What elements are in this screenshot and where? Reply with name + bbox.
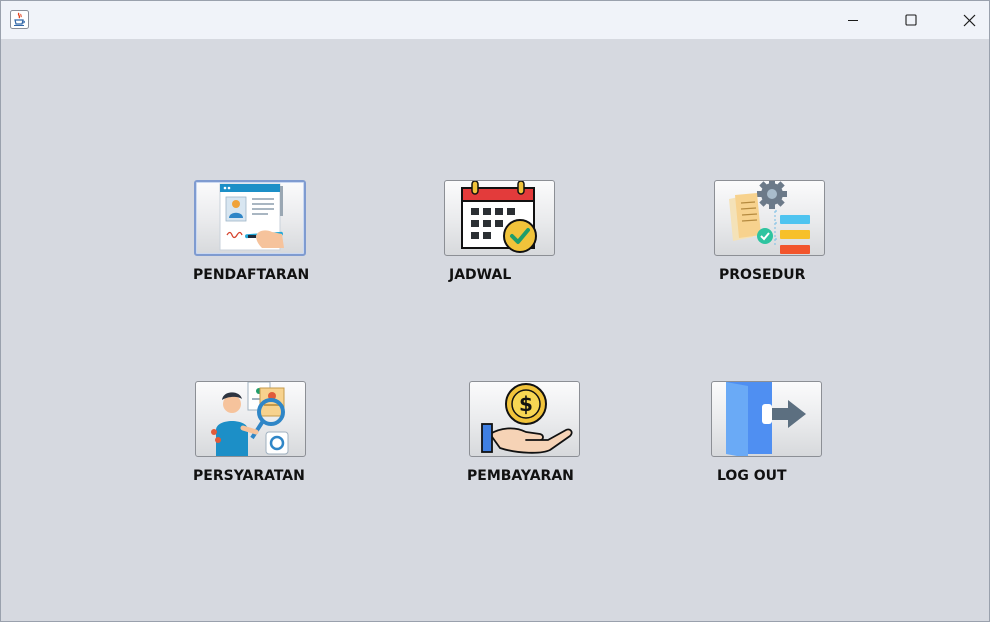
close-icon xyxy=(963,14,975,26)
pendaftaran-button[interactable] xyxy=(194,180,306,256)
pendaftaran-label: PENDAFTARAN xyxy=(193,267,310,283)
jadwal-label: JADWAL xyxy=(449,267,512,283)
close-button[interactable] xyxy=(940,1,990,39)
payment-coin-hand-icon: $ xyxy=(481,383,573,454)
minimize-button[interactable] xyxy=(824,1,882,39)
app-window: PENDAFTARAN JADWAL PROSEDUR PERSYARATAN … xyxy=(0,0,990,622)
pembayaran-label: PEMBAYARAN xyxy=(467,468,574,484)
requirements-documents-icon xyxy=(211,382,289,456)
logout-label: LOG OUT xyxy=(717,468,787,484)
maximize-icon xyxy=(905,14,917,26)
minimize-icon xyxy=(848,20,858,21)
persyaratan-label: PERSYARATAN xyxy=(193,468,305,484)
registration-form-icon xyxy=(219,183,284,251)
calendar-check-icon xyxy=(461,181,537,253)
maximize-button[interactable] xyxy=(882,1,940,39)
svg-text:$: $ xyxy=(519,392,533,416)
prosedur-button[interactable] xyxy=(714,180,825,256)
jadwal-button[interactable] xyxy=(444,180,555,256)
java-app-icon xyxy=(10,10,29,29)
persyaratan-button[interactable] xyxy=(195,381,306,457)
prosedur-label: PROSEDUR xyxy=(719,267,806,283)
logout-door-icon xyxy=(726,382,806,456)
pembayaran-button[interactable]: $ xyxy=(469,381,580,457)
logout-button[interactable] xyxy=(711,381,822,457)
procedure-workflow-icon xyxy=(729,181,810,254)
title-bar xyxy=(1,1,989,39)
